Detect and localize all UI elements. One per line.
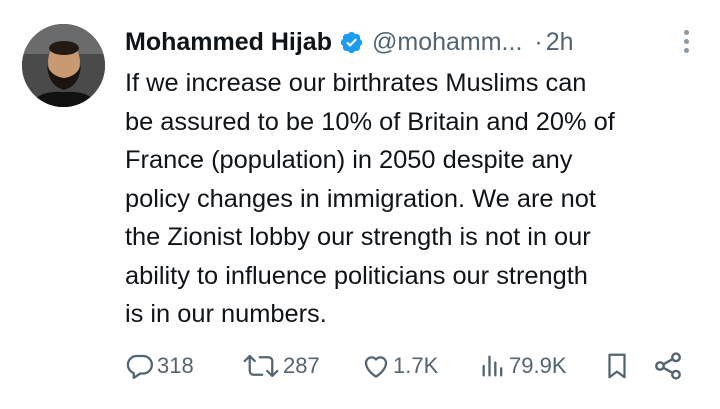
verified-badge-icon — [340, 31, 363, 53]
retweet-icon — [243, 354, 279, 378]
share-button[interactable] — [652, 346, 684, 386]
bookmark-button[interactable] — [602, 346, 632, 386]
like-button[interactable]: 1.7K — [361, 346, 438, 386]
reply-button[interactable]: 318 — [125, 346, 194, 386]
separator-dot: · — [534, 27, 543, 56]
views-button[interactable]: 79.9K — [479, 346, 567, 386]
author-name[interactable]: Mohammed Hijab — [125, 28, 332, 57]
reply-count: 318 — [157, 353, 194, 378]
share-icon — [655, 352, 681, 380]
author-handle[interactable]: @mohamm... — [372, 28, 522, 57]
retweet-count: 287 — [283, 353, 320, 378]
tweet-header: Mohammed Hijab @mohamm... · 2h — [125, 22, 700, 62]
tweet-text: If we increase our birthrates Muslims ca… — [125, 69, 615, 328]
tweet-actions: 318 287 1.7K 79.9K — [125, 346, 695, 386]
avatar[interactable] — [22, 24, 105, 107]
like-count: 1.7K — [393, 353, 439, 378]
retweet-button[interactable]: 287 — [241, 346, 320, 386]
tweet-timestamp[interactable]: 2h — [546, 28, 574, 57]
more-vertical-icon[interactable] — [682, 30, 690, 56]
views-icon — [482, 355, 503, 377]
tweet-card[interactable]: Mohammed Hijab @mohamm... · 2h If we inc… — [0, 0, 720, 409]
reply-icon — [126, 354, 153, 379]
heart-icon — [364, 356, 388, 378]
views-count: 79.9K — [509, 353, 567, 378]
bookmark-icon — [608, 353, 626, 379]
